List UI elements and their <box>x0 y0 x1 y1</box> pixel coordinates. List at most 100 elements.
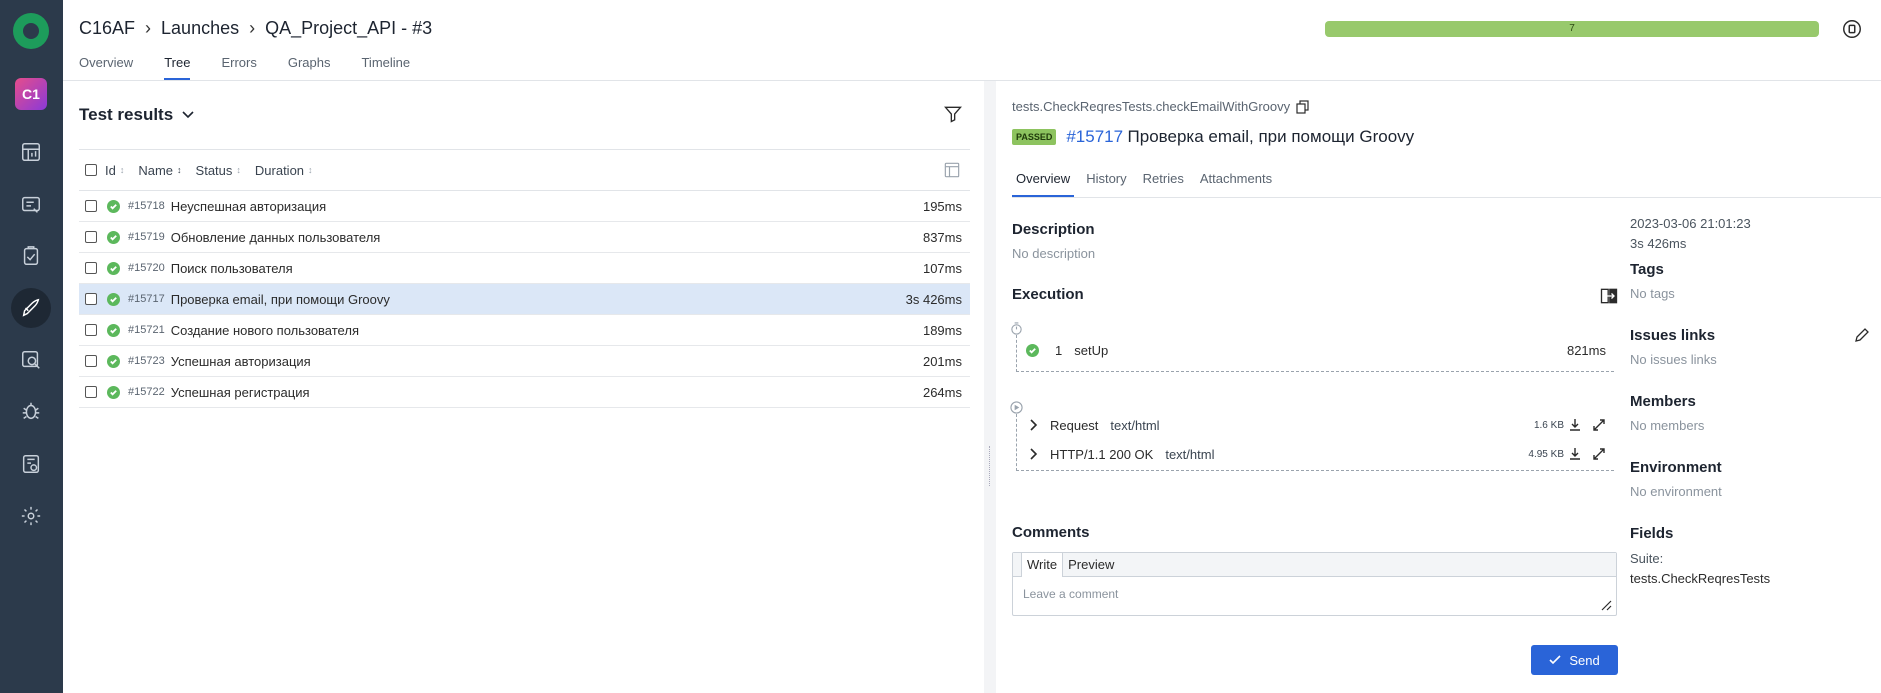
expand-steps-icon[interactable] <box>1599 286 1619 306</box>
row-id: #15719 <box>128 231 165 243</box>
step-number: 1 <box>1055 343 1063 358</box>
launch-header: C16AF › Launches › QA_Project_API - #3 O… <box>63 0 1881 81</box>
sort-icon[interactable]: ↕ <box>236 165 241 175</box>
download-icon[interactable] <box>1568 418 1582 432</box>
row-name: Успешная регистрация <box>170 384 310 400</box>
launch-menu-icon[interactable] <box>1841 18 1863 40</box>
row-duration: 264ms <box>922 384 962 400</box>
row-checkbox[interactable] <box>85 200 97 212</box>
comments-title: Comments <box>1012 524 1090 541</box>
table-row[interactable]: #15723 Успешная авторизация 201ms <box>79 346 970 377</box>
filter-icon[interactable] <box>943 104 963 124</box>
panel-resize-handle[interactable] <box>984 81 996 693</box>
chevron-right-icon: › <box>145 18 152 38</box>
table-row-selected[interactable]: #15717 Проверка email, при помощи Groovy… <box>79 284 970 315</box>
timer-icon <box>1011 322 1022 335</box>
tab-graphs[interactable]: Graphs <box>288 53 331 80</box>
sort-icon[interactable]: ↕ <box>120 165 125 175</box>
row-checkbox[interactable] <box>85 324 97 336</box>
dashboard-icon[interactable] <box>11 132 51 172</box>
column-status[interactable]: Status <box>196 163 233 178</box>
row-checkbox[interactable] <box>85 355 97 367</box>
select-all-checkbox[interactable] <box>85 164 97 176</box>
table-row[interactable]: #15720 Поиск пользователя 107ms <box>79 253 970 284</box>
column-id[interactable]: Id <box>105 163 116 178</box>
download-icon[interactable] <box>1568 447 1582 461</box>
row-id: #15717 <box>128 293 165 305</box>
table-row[interactable]: #15719 Обновление данных пользователя 83… <box>79 222 970 253</box>
tab-timeline[interactable]: Timeline <box>361 53 410 80</box>
attachment-name: Request <box>1050 417 1099 433</box>
setup-step[interactable]: 1 setUp 821ms <box>1026 343 1614 358</box>
comment-input[interactable]: Leave a comment <box>1013 577 1616 611</box>
test-plans-icon[interactable] <box>11 236 51 276</box>
settings-icon[interactable] <box>11 496 51 536</box>
chevron-right-icon[interactable] <box>1026 418 1040 432</box>
row-checkbox[interactable] <box>85 231 97 243</box>
expand-icon[interactable] <box>1592 418 1606 432</box>
row-duration: 195ms <box>922 198 962 214</box>
column-duration[interactable]: Duration <box>255 163 304 178</box>
row-checkbox[interactable] <box>85 262 97 274</box>
test-results-title[interactable]: Test results <box>79 105 195 125</box>
table-row[interactable]: #15722 Успешная регистрация 264ms <box>79 377 970 408</box>
tab-attachments[interactable]: Attachments <box>1196 171 1276 197</box>
sort-icon[interactable]: ↕ <box>308 165 313 175</box>
breadcrumb-launches[interactable]: Launches <box>161 18 239 39</box>
column-name[interactable]: Name <box>138 163 173 178</box>
attachment-row[interactable]: HTTP/1.1 200 OK text/html 4.95 KB <box>1018 442 1614 466</box>
test-full-name: tests.CheckReqresTests.checkEmailWithGro… <box>1012 99 1310 114</box>
tab-history[interactable]: History <box>1082 171 1130 197</box>
launches-icon[interactable] <box>11 288 51 328</box>
attachment-row[interactable]: Request text/html 1.6 KB <box>1018 413 1614 437</box>
table-row[interactable]: #15718 Неуспешная авторизация 195ms <box>79 191 970 222</box>
environment-title: Environment <box>1630 459 1722 476</box>
jobs-icon[interactable] <box>11 444 51 484</box>
tab-tree[interactable]: Tree <box>164 53 191 80</box>
tab-retries[interactable]: Retries <box>1139 171 1188 197</box>
fields-title: Fields <box>1630 525 1674 542</box>
tab-write[interactable]: Write <box>1021 553 1064 577</box>
tags-value: No tags <box>1630 286 1675 301</box>
row-id: #15722 <box>128 386 165 398</box>
passed-status-icon <box>1026 344 1039 357</box>
row-id: #15723 <box>128 355 165 367</box>
chevron-right-icon[interactable] <box>1026 447 1040 461</box>
row-duration: 107ms <box>922 260 962 276</box>
chevron-down-icon <box>182 111 194 119</box>
tab-overview[interactable]: Overview <box>79 53 133 80</box>
defects-icon[interactable] <box>11 391 51 431</box>
row-checkbox[interactable] <box>85 293 97 305</box>
passed-status-icon <box>107 230 120 244</box>
members-title: Members <box>1630 393 1696 410</box>
copy-icon[interactable] <box>1296 99 1310 114</box>
passed-status-icon <box>107 323 120 337</box>
breadcrumb-project[interactable]: C16AF <box>79 18 135 39</box>
passed-status-icon <box>107 261 120 275</box>
step-duration: 821ms <box>1566 343 1606 358</box>
tab-errors[interactable]: Errors <box>221 53 256 80</box>
row-name: Проверка email, при помощи Groovy <box>170 291 390 307</box>
resize-grip[interactable] <box>989 446 991 486</box>
test-meta-sidebar: 2023-03-06 21:01:23 3s 426ms Tags No tag… <box>1630 81 1881 693</box>
attachment-mime: text/html <box>1165 446 1215 462</box>
tab-detail-overview[interactable]: Overview <box>1012 171 1075 197</box>
tab-preview[interactable]: Preview <box>1063 553 1119 576</box>
table-row[interactable]: #15721 Создание нового пользователя 189m… <box>79 315 970 346</box>
resize-grip-icon[interactable] <box>1600 599 1612 611</box>
row-checkbox[interactable] <box>85 386 97 398</box>
test-id-link[interactable]: #15717 <box>1066 127 1123 146</box>
analytics-icon[interactable] <box>11 340 51 380</box>
project-avatar[interactable]: C1 <box>15 78 47 110</box>
results-list: #15718 Неуспешная авторизация 195ms #157… <box>79 191 970 408</box>
test-cases-icon[interactable] <box>11 185 51 225</box>
suite-label: Suite: <box>1630 551 1664 566</box>
launch-tabs: Overview Tree Errors Graphs Timeline <box>79 53 441 80</box>
expand-icon[interactable] <box>1592 447 1606 461</box>
sort-icon[interactable]: ↕ <box>177 165 182 175</box>
edit-icon[interactable] <box>1854 327 1870 343</box>
row-duration: 189ms <box>922 322 962 338</box>
allure-logo-icon[interactable] <box>13 13 49 49</box>
send-comment-button[interactable]: Send <box>1531 645 1618 675</box>
column-settings-icon[interactable] <box>942 160 962 180</box>
